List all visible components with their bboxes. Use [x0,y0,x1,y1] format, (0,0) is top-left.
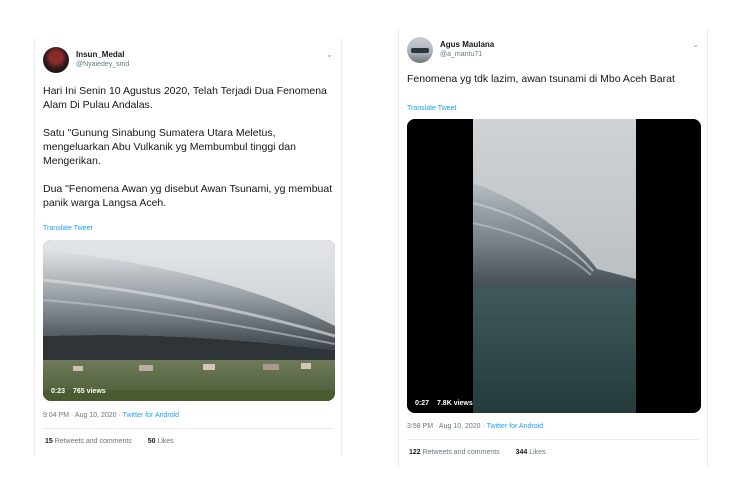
user-name[interactable]: Insun_Medal [76,50,124,59]
timestamp[interactable]: 9:04 PM · Aug 10, 2020 · [43,412,123,419]
user-handle[interactable]: @Nyaiedey_smd [76,61,129,68]
tweet-paragraph: Fenomena yg tdk lazim, awan tsunami di M… [407,73,675,85]
tweet-meta: 3:58 PM · Aug 10, 2020 · Twitter for And… [407,423,543,430]
likes-label[interactable]: Likes [529,449,545,456]
source-link[interactable]: Twitter for Android [123,412,179,419]
video-thumbnail-shelf-cloud [407,119,701,413]
chevron-down-icon[interactable]: ⌄ [326,50,333,59]
tweet-card-2: Agus Maulana @a_mantu71 ⌄ Fenomena yg td… [398,28,708,468]
video-player[interactable]: 0:23 765 views [43,240,335,401]
tweet-stats: 122 Retweets and comments 344 Likes [409,449,546,456]
likes-label[interactable]: Likes [157,438,173,445]
divider [43,428,333,429]
likes-count[interactable]: 344 [516,449,528,456]
divider [407,439,699,440]
tweet-paragraph: Hari Ini Senin 10 Agustus 2020, Telah Te… [43,85,327,111]
tweet-stats: 15 Retweets and comments 50 Likes [45,438,174,445]
translate-tweet-link[interactable]: Translate Tweet [43,225,92,232]
timestamp[interactable]: 3:58 PM · Aug 10, 2020 · [407,423,487,430]
tweet-paragraph: Satu "Gunung Sinabung Sumatera Utara Mel… [43,127,296,167]
tweet-header: Insun_Medal @Nyaiedey_smd ⌄ [43,47,333,77]
tweet-text: Fenomena yg tdk lazim, awan tsunami di M… [407,72,677,86]
source-link[interactable]: Twitter for Android [487,423,543,430]
video-views: 7.8K views [436,400,473,407]
tweet-text: Hari Ini Senin 10 Agustus 2020, Telah Te… [43,84,335,210]
video-info: 0:23 765 views [51,388,112,395]
chevron-down-icon[interactable]: ⌄ [692,40,699,49]
video-thumbnail-shelf-cloud [43,240,335,401]
video-duration: 0:23 [51,388,66,395]
video-views: 765 views [72,388,106,395]
video-duration: 0:27 [415,400,430,407]
retweets-count[interactable]: 15 [45,438,53,445]
user-handle[interactable]: @a_mantu71 [440,51,482,58]
video-player[interactable]: 0:27 7.8K views [407,119,701,413]
video-info: 0:27 7.8K views [415,400,479,407]
tweet-meta: 9:04 PM · Aug 10, 2020 · Twitter for And… [43,412,179,419]
retweets-label[interactable]: Retweets and comments [55,438,132,445]
tweet-header: Agus Maulana @a_mantu71 ⌄ [407,37,699,67]
retweets-label[interactable]: Retweets and comments [423,449,500,456]
avatar[interactable] [407,37,433,63]
tweet-card-1: Insun_Medal @Nyaiedey_smd ⌄ Hari Ini Sen… [34,38,342,456]
avatar[interactable] [43,47,69,73]
likes-count[interactable]: 50 [148,438,156,445]
tweet-paragraph: Dua "Fenomena Awan yg disebut Awan Tsuna… [43,183,333,209]
translate-tweet-link[interactable]: Translate Tweet [407,105,456,112]
user-name[interactable]: Agus Maulana [440,40,494,49]
retweets-count[interactable]: 122 [409,449,421,456]
